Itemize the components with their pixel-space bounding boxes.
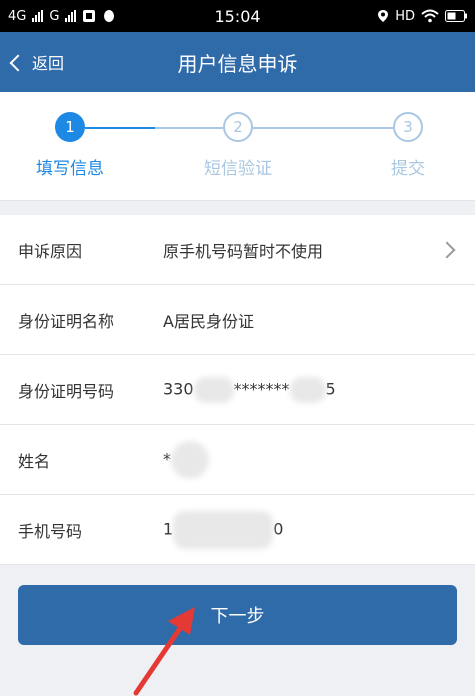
- id-name-label: 身份证明名称: [18, 311, 115, 331]
- qq-icon: [104, 10, 115, 22]
- step-line-active: [85, 127, 155, 129]
- phone-prefix: 1: [163, 519, 174, 538]
- back-label: 返回: [32, 54, 65, 73]
- step-3-label: 提交: [391, 159, 425, 179]
- page-title: 用户信息申诉: [177, 51, 298, 76]
- redaction-blur: [173, 510, 274, 549]
- back-button[interactable]: 返回: [0, 32, 64, 92]
- id-number-value: 330 ******* 5: [163, 376, 336, 403]
- nav-bar: 返回 用户信息申诉: [0, 32, 475, 92]
- status-left: 4G G: [8, 9, 116, 24]
- signal-icon: [32, 10, 44, 22]
- signal-icon-2: [65, 10, 77, 22]
- name-masked: *: [163, 449, 171, 468]
- redaction-blur: [289, 376, 326, 403]
- notification-app-icon: [83, 10, 96, 22]
- redaction-blur: [193, 376, 234, 403]
- reason-row[interactable]: 申诉原因 原手机号码暂时不使用: [0, 215, 475, 285]
- redaction-blur: [171, 440, 209, 479]
- step-line-1: [155, 127, 223, 129]
- phone-label: 手机号码: [18, 521, 83, 541]
- next-button[interactable]: 下一步: [18, 585, 457, 645]
- step-2-label: 短信验证: [204, 159, 272, 179]
- phone-value: 10: [163, 510, 284, 549]
- id-number-suffix: 5: [325, 379, 336, 398]
- phone-row: 手机号码 10: [0, 495, 475, 565]
- status-right: HD: [377, 9, 467, 24]
- reason-value: 原手机号码暂时不使用: [163, 241, 324, 261]
- step-2-circle: 2: [223, 112, 253, 142]
- id-number-row: 身份证明号码 330 ******* 5: [0, 355, 475, 425]
- chevron-right-icon: [438, 241, 456, 258]
- network-g: G: [49, 8, 60, 24]
- hd-badge: HD: [395, 8, 415, 24]
- wifi-icon: [421, 9, 439, 23]
- step-3-circle: 3: [393, 112, 423, 142]
- appeal-form: 申诉原因 原手机号码暂时不使用 身份证明名称 A居民身份证 身份证明号码 330…: [0, 215, 475, 565]
- name-value: *: [163, 440, 209, 479]
- chevron-left-icon: [9, 54, 27, 71]
- name-row: 姓名 *: [0, 425, 475, 495]
- location-icon: [378, 10, 389, 22]
- reason-label: 申诉原因: [18, 241, 83, 261]
- id-number-label: 身份证明号码: [18, 381, 115, 401]
- status-bar: 4G G 15:04 HD: [0, 0, 475, 32]
- id-name-value: A居民身份证: [163, 311, 254, 331]
- network-4g: 4G: [8, 8, 27, 24]
- battery-icon: [445, 10, 467, 22]
- phone-suffix: 0: [273, 519, 284, 538]
- id-number-masked: *******: [233, 379, 290, 398]
- red-arrow-icon: [133, 607, 195, 696]
- step-1-circle: 1: [55, 112, 85, 142]
- id-number-prefix: 330: [163, 379, 194, 398]
- step-1-label: 填写信息: [36, 159, 104, 179]
- name-label: 姓名: [18, 451, 51, 471]
- step-indicator: 1 2 3 填写信息 短信验证 提交: [0, 92, 475, 201]
- id-name-row: 身份证明名称 A居民身份证: [0, 285, 475, 355]
- step-line-2: [253, 127, 393, 129]
